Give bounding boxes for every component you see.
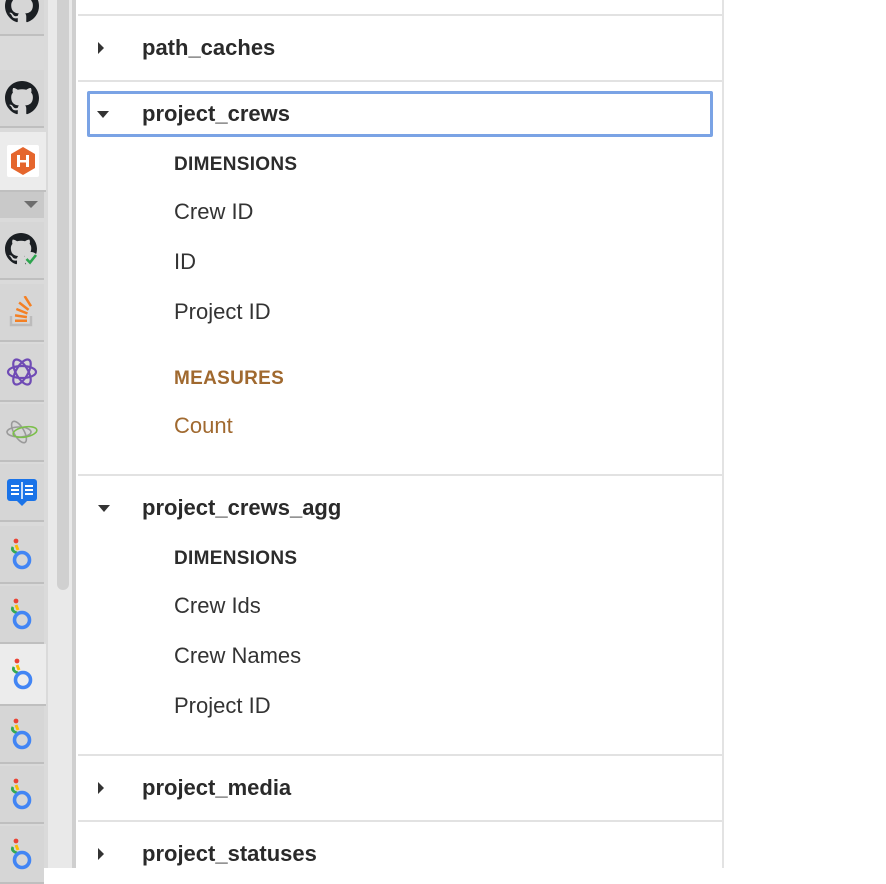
scrollbar-thumb[interactable] [57,0,69,590]
field-project-id[interactable]: Project ID [174,299,271,325]
tab-overflow-toggle[interactable] [0,192,44,218]
tab-github-2[interactable] [0,70,44,128]
view-row-project-media[interactable]: project_media [88,766,712,810]
caret-down-icon [97,110,109,118]
looker-icon [10,838,32,870]
field-count[interactable]: Count [174,413,233,439]
dimensions-header: DIMENSIONS [174,154,298,175]
tab-hound[interactable] [0,132,46,192]
field-picker-panel: path_caches project_crews DIMENSIONS Cre… [76,0,724,868]
view-row-project-statuses[interactable]: project_statuses [88,832,712,876]
view-label: project_crews [142,101,290,126]
tab-stack-overflow[interactable] [0,284,44,342]
chevron-down-icon [24,201,38,208]
github-icon [5,0,39,23]
graphql-icon [6,358,38,386]
graphql-colored-icon [6,420,38,444]
looker-icon [10,718,32,750]
divider [78,754,722,756]
github-icon [5,81,39,115]
tab-looker-1[interactable] [0,526,44,584]
caret-right-icon [98,42,104,54]
tab-looker-4[interactable] [0,706,44,764]
tab-reader[interactable] [0,464,44,522]
extension-tab-strip [0,0,48,884]
looker-icon [10,778,32,810]
caret-right-icon [98,782,104,794]
tab-looker-3[interactable] [0,644,46,706]
looker-icon [10,538,32,570]
measures-header: MEASURES [174,368,285,389]
divider [78,820,722,822]
view-row-path-caches[interactable]: path_caches [88,26,712,70]
caret-down-icon [98,504,110,512]
view-label: project_statuses [142,841,317,866]
looker-icon [11,658,33,690]
view-row-project-crews[interactable]: project_crews [87,91,713,137]
divider [78,474,722,476]
hound-ci-icon [7,145,39,177]
stack-overflow-icon [9,296,33,327]
reader-book-icon [7,479,37,506]
field-id[interactable]: ID [174,249,196,275]
tab-github-1[interactable] [0,0,44,36]
tab-graphql[interactable] [0,344,44,402]
tab-looker-5[interactable] [0,766,44,824]
divider [78,80,722,82]
field-crew-ids[interactable]: Crew Ids [174,593,261,619]
view-label: path_caches [142,35,276,60]
dimensions-header: DIMENSIONS [174,548,298,569]
field-crew-id[interactable]: Crew ID [174,199,253,225]
view-label: project_crews_agg [142,495,342,520]
view-label: project_media [142,775,292,800]
tab-github-check[interactable] [0,222,44,280]
divider [78,14,722,16]
github-check-icon [5,233,38,266]
tab-graphql-colored[interactable] [0,404,44,462]
field-crew-names[interactable]: Crew Names [174,643,301,669]
tab-looker-2[interactable] [0,586,44,644]
view-row-project-crews-agg[interactable]: project_crews_agg [88,486,712,530]
caret-right-icon [98,848,104,860]
field-project-id[interactable]: Project ID [174,693,271,719]
looker-icon [10,598,32,630]
tab-looker-6[interactable] [0,826,44,884]
